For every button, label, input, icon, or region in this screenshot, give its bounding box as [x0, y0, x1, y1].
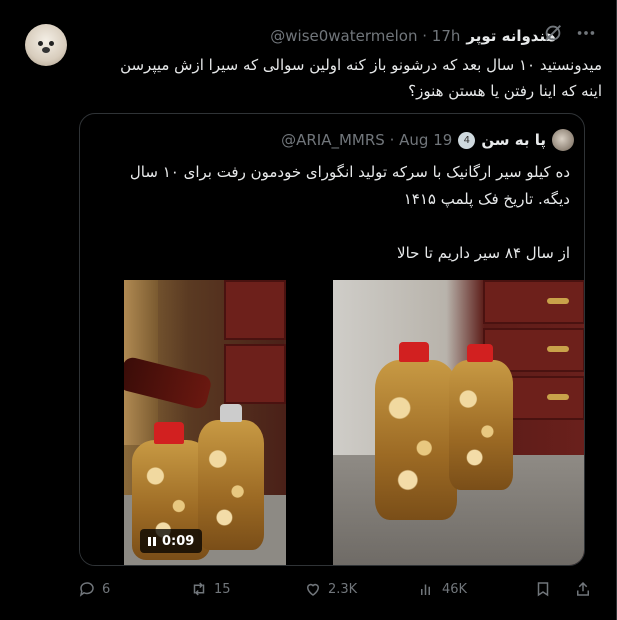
timestamp[interactable]: 17h	[432, 27, 461, 45]
grok-icon[interactable]	[542, 22, 564, 44]
drawer	[224, 344, 286, 404]
separator-dot: ·	[422, 27, 428, 45]
quote-text-line: ده کیلو سیر ارگانیک با سرکه تولید انگورا…	[129, 163, 570, 181]
drawer-handle	[547, 394, 569, 400]
quote-display-name[interactable]: پا به سن	[481, 131, 546, 149]
tweet-header: هندوانه توپر @wise0watermelon · 17h	[80, 26, 556, 46]
affiliate-badge: 4	[458, 131, 476, 149]
bookmark-icon	[537, 582, 549, 597]
quote-text-line	[90, 213, 570, 240]
share-icon	[577, 581, 589, 596]
tweet-text: میدونستید ۱۰ سال بعد که درشونو باز کنه ا…	[82, 52, 602, 104]
garlic-jar	[449, 360, 513, 490]
quote-timestamp[interactable]: Aug 19	[399, 131, 452, 149]
quote-handle-and-time: @ARIA_MMRS · Aug 19	[281, 131, 452, 149]
more-icon[interactable]	[574, 22, 598, 44]
drawer-handle	[547, 346, 569, 352]
media-gallery: 0:09	[80, 280, 584, 565]
handle[interactable]: @wise0watermelon	[270, 27, 417, 45]
views-icon	[421, 584, 430, 595]
drawer-handle	[547, 298, 569, 304]
jar-cap	[467, 344, 493, 362]
reply-button[interactable]: 6	[78, 580, 110, 598]
repost-icon	[193, 582, 205, 596]
views-count: 46K	[442, 581, 468, 597]
photo[interactable]	[333, 280, 584, 565]
drawer	[483, 280, 584, 324]
jar-cap	[220, 404, 242, 422]
quote-text-line: دیگه. تاریخ فک پلمپ ۱۴۱۵	[403, 190, 570, 208]
tweet[interactable]: هندوانه توپر @wise0watermelon · 17h میدو…	[0, 0, 617, 620]
share-button[interactable]	[574, 580, 592, 598]
like-icon	[306, 583, 320, 596]
video-timer[interactable]: 0:09	[140, 529, 203, 553]
quote-text-line: از سال ۸۴ سیر داریم تا حالا	[397, 244, 570, 262]
reply-count: 6	[102, 581, 111, 597]
drawer	[224, 280, 286, 340]
quote-text: ده کیلو سیر ارگانیک با سرکه تولید انگورا…	[90, 159, 570, 267]
quote-header: پا به سن 4 @ARIA_MMRS · Aug 19	[92, 129, 574, 151]
quoted-tweet[interactable]: پا به سن 4 @ARIA_MMRS · Aug 19 ده کیلو س…	[79, 113, 585, 566]
jar-cap	[154, 422, 184, 444]
views-button[interactable]: 46K	[418, 580, 467, 598]
quote-handle[interactable]: @ARIA_MMRS	[281, 131, 385, 149]
like-button[interactable]: 2.3K	[304, 580, 357, 598]
repost-count: 15	[214, 581, 231, 597]
reply-icon	[79, 582, 94, 597]
like-count: 2.3K	[328, 581, 358, 597]
repost-button[interactable]: 15	[190, 580, 231, 598]
tweet-text-line: میدونستید ۱۰ سال بعد که درشونو باز کنه ا…	[120, 56, 602, 74]
quote-avatar[interactable]	[552, 129, 574, 151]
handle-and-time: @wise0watermelon · 17h	[270, 27, 460, 45]
garlic-jar	[198, 420, 264, 550]
avatar[interactable]	[25, 24, 67, 66]
garlic-jar	[375, 360, 457, 520]
tweet-text-line: اینه که اینا رفتن یا هستن هنوز؟	[408, 82, 602, 100]
action-bar: 6 15 2.3K 46K	[78, 580, 608, 600]
separator-dot: ·	[389, 131, 395, 149]
pause-icon[interactable]	[148, 536, 156, 546]
video-player[interactable]: 0:09	[124, 280, 286, 565]
bookmark-button[interactable]	[534, 580, 552, 598]
video-time: 0:09	[162, 533, 195, 549]
jar-cap	[399, 342, 429, 362]
